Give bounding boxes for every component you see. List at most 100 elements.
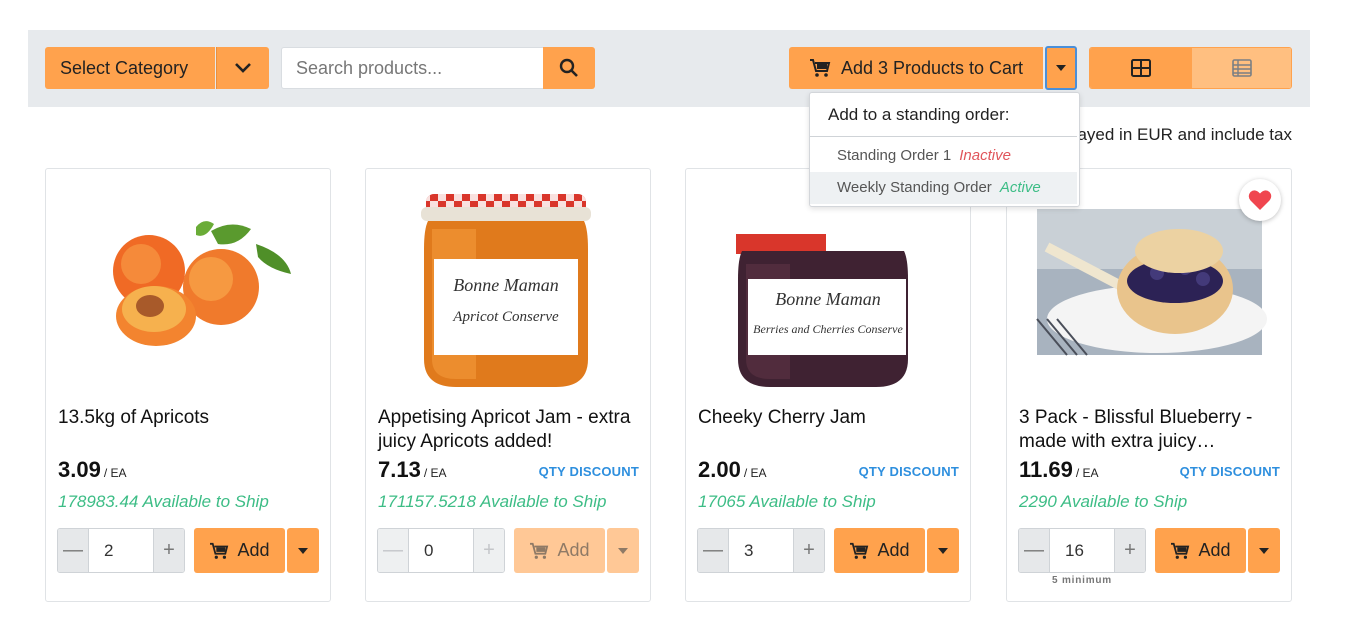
jar-label: Berries and Cherries Conserve bbox=[753, 322, 903, 336]
caret-down-icon bbox=[618, 547, 628, 554]
price-value: 7.13 bbox=[378, 457, 421, 482]
decrement-button[interactable]: — bbox=[378, 529, 409, 572]
qty-discount-link[interactable]: QTY DISCOUNT bbox=[859, 464, 959, 479]
availability-text: 17065 Available to Ship bbox=[698, 492, 876, 511]
add-products-to-cart-button[interactable]: Add 3 Products to Cart bbox=[789, 47, 1043, 89]
product-price: 2.00/ EA bbox=[698, 457, 767, 483]
jar-brand: Bonne Maman bbox=[453, 275, 558, 295]
standing-order-dropdown: Add to a standing order: Standing Order … bbox=[809, 92, 1080, 207]
qty-discount-link[interactable]: QTY DISCOUNT bbox=[539, 464, 639, 479]
add-label: Add bbox=[1198, 540, 1231, 560]
product-price: 11.69/ EA bbox=[1019, 457, 1099, 483]
quantity-stepper: — 2 + bbox=[57, 528, 185, 573]
standing-order-dropdown-toggle[interactable] bbox=[1045, 46, 1077, 90]
availability-text: 171157.5218 Available to Ship bbox=[378, 492, 607, 511]
list-view-button[interactable] bbox=[1192, 48, 1291, 88]
add-options-toggle[interactable] bbox=[287, 528, 319, 573]
standing-order-option[interactable]: Standing Order 1 Inactive bbox=[810, 140, 1077, 172]
product-title[interactable]: 13.5kg of Apricots bbox=[58, 406, 320, 430]
quantity-input[interactable]: 3 bbox=[729, 529, 793, 572]
increment-button[interactable]: + bbox=[1114, 529, 1145, 572]
cart-icon bbox=[1171, 542, 1190, 559]
add-options-toggle[interactable] bbox=[927, 528, 959, 573]
add-products-to-cart-label: Add 3 Products to Cart bbox=[840, 57, 1024, 78]
product-price: 3.09/ EA bbox=[58, 457, 127, 483]
toolbar: Select Category Add 3 Products to Cart bbox=[28, 30, 1310, 107]
quantity-input[interactable]: 2 bbox=[89, 529, 153, 572]
grid-view-button[interactable] bbox=[1090, 48, 1192, 88]
view-toggle bbox=[1089, 47, 1292, 89]
cart-icon bbox=[530, 542, 549, 559]
qty-discount-link[interactable]: QTY DISCOUNT bbox=[1180, 464, 1280, 479]
jar-label: Apricot Conserve bbox=[452, 309, 559, 325]
add-label: Add bbox=[877, 540, 910, 560]
product-card: 3 Pack - Blissful Blueberry - made with … bbox=[1006, 168, 1292, 602]
price-unit: / EA bbox=[423, 466, 447, 480]
caret-down-icon bbox=[938, 547, 948, 554]
category-select-label[interactable]: Select Category bbox=[45, 47, 215, 89]
add-to-cart-button[interactable]: Add bbox=[514, 528, 605, 573]
product-image: Bonne Maman Apricot Conserve bbox=[421, 194, 591, 387]
add-options-toggle[interactable] bbox=[607, 528, 639, 573]
standing-order-name: Weekly Standing Order bbox=[837, 179, 992, 196]
product-card: Bonne Maman Apricot Conserve Appetising … bbox=[365, 168, 651, 602]
standing-order-name: Standing Order 1 bbox=[837, 147, 952, 164]
cart-icon bbox=[210, 542, 229, 559]
price-value: 11.69 bbox=[1019, 457, 1073, 482]
add-to-cart-button[interactable]: Add bbox=[1155, 528, 1246, 573]
page: Select Category Add 3 Products to Cart bbox=[28, 0, 1310, 621]
cart-icon bbox=[809, 59, 831, 77]
product-title[interactable]: Cheeky Cherry Jam bbox=[698, 406, 960, 430]
add-to-cart-button[interactable]: Add bbox=[194, 528, 285, 573]
product-grid-area: ayed in EUR and include tax 13.5kg of Ap… bbox=[28, 107, 1310, 621]
standing-order-status: Active bbox=[999, 179, 1041, 196]
quantity-stepper: — 16 + bbox=[1018, 528, 1146, 573]
decrement-button[interactable]: — bbox=[698, 529, 729, 572]
standing-order-status: Inactive bbox=[959, 147, 1011, 164]
currency-notice: ayed in EUR and include tax bbox=[1077, 125, 1292, 144]
search-input[interactable] bbox=[281, 47, 543, 89]
availability-text: 2290 Available to Ship bbox=[1019, 492, 1188, 511]
price-unit: / EA bbox=[103, 466, 127, 480]
search-icon bbox=[559, 58, 578, 77]
product-image bbox=[113, 221, 291, 346]
cart-icon bbox=[850, 542, 869, 559]
caret-down-icon bbox=[298, 547, 308, 554]
product-card: Bonne Maman Berries and Cherries Conserv… bbox=[685, 168, 971, 602]
product-price: 7.13/ EA bbox=[378, 457, 447, 483]
caret-down-icon bbox=[1259, 547, 1269, 554]
favorite-button[interactable] bbox=[1239, 179, 1281, 221]
jar-brand: Bonne Maman bbox=[775, 289, 880, 309]
decrement-button[interactable]: — bbox=[1019, 529, 1050, 572]
price-unit: / EA bbox=[743, 466, 767, 480]
grid-icon bbox=[1131, 59, 1151, 77]
add-options-toggle[interactable] bbox=[1248, 528, 1280, 573]
product-title[interactable]: Appetising Apricot Jam - extra juicy Apr… bbox=[378, 406, 640, 454]
chevron-down-icon[interactable] bbox=[216, 47, 269, 89]
minimum-quantity-note: 5 minimum bbox=[1052, 575, 1112, 586]
category-select[interactable]: Select Category bbox=[45, 47, 269, 89]
increment-button[interactable]: + bbox=[473, 529, 504, 572]
increment-button[interactable]: + bbox=[153, 529, 184, 572]
quantity-input[interactable]: 0 bbox=[409, 529, 473, 572]
price-value: 2.00 bbox=[698, 457, 741, 482]
quantity-stepper: — 3 + bbox=[697, 528, 825, 573]
quantity-stepper: — 0 + bbox=[377, 528, 505, 573]
list-icon bbox=[1232, 59, 1252, 77]
add-label: Add bbox=[237, 540, 270, 560]
caret-down-icon bbox=[1056, 65, 1066, 71]
product-card: 13.5kg of Apricots 3.09/ EA 178983.44 Av… bbox=[45, 168, 331, 602]
product-title[interactable]: 3 Pack - Blissful Blueberry - made with … bbox=[1019, 406, 1281, 454]
heart-icon bbox=[1248, 190, 1272, 210]
add-label: Add bbox=[557, 540, 590, 560]
search-button[interactable] bbox=[543, 47, 595, 89]
dropdown-header: Add to a standing order: bbox=[810, 93, 1077, 137]
increment-button[interactable]: + bbox=[793, 529, 824, 572]
add-to-cart-button[interactable]: Add bbox=[834, 528, 925, 573]
decrement-button[interactable]: — bbox=[58, 529, 89, 572]
quantity-input[interactable]: 16 bbox=[1050, 529, 1114, 572]
search-box bbox=[281, 47, 595, 89]
availability-text: 178983.44 Available to Ship bbox=[58, 492, 269, 511]
price-value: 3.09 bbox=[58, 457, 101, 482]
standing-order-option[interactable]: Weekly Standing Order Active bbox=[810, 172, 1077, 204]
